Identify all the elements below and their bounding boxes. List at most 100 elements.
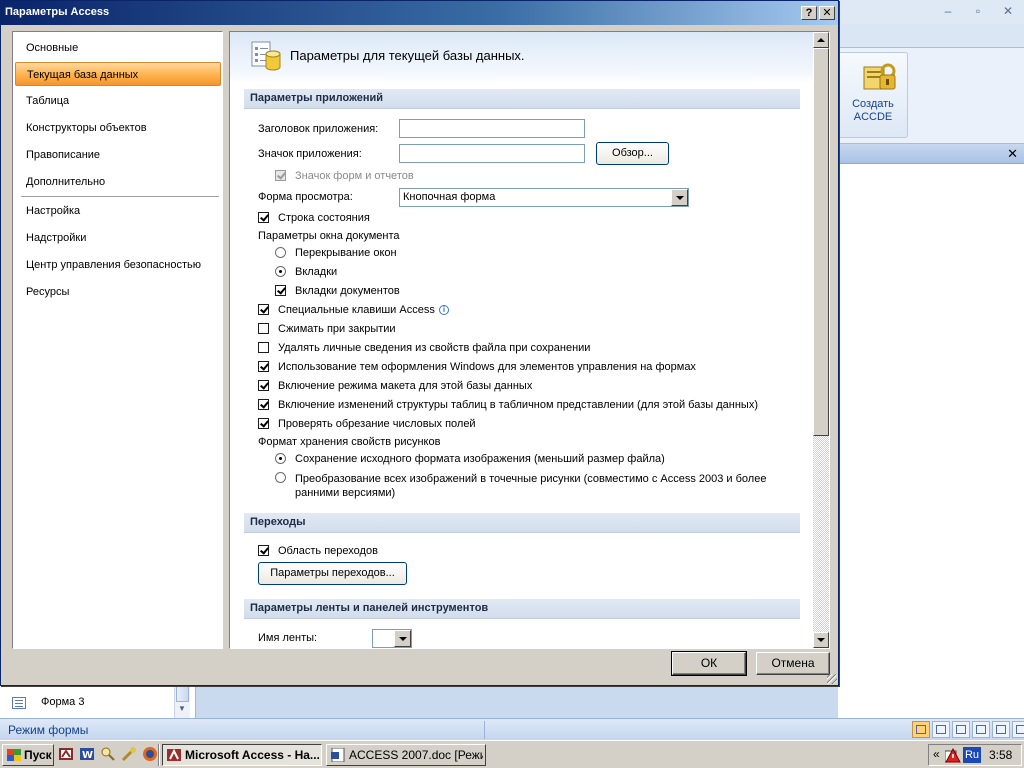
- language-indicator[interactable]: Ru: [963, 747, 981, 763]
- status-bar-checkbox[interactable]: [258, 212, 269, 223]
- special-keys-label: Специальные клавиши Access: [278, 304, 435, 316]
- create-accde-button[interactable]: Создать ACCDE: [838, 52, 908, 138]
- display-form-select[interactable]: Кнопочная форма: [399, 188, 689, 207]
- access-options-dialog: Параметры Access ? ✕ Основные Текущая ба…: [0, 0, 839, 686]
- task-label: Microsoft Access - На...: [185, 748, 319, 762]
- status-bar-label: Строка состояния: [278, 212, 370, 224]
- access-quicklaunch-icon[interactable]: [58, 746, 74, 762]
- close-pane-icon[interactable]: ✕: [1007, 146, 1018, 162]
- form-icon: [12, 697, 26, 709]
- picture-format-label: Формат хранения свойств рисунков: [258, 436, 441, 448]
- scroll-down-button[interactable]: [813, 632, 829, 648]
- category-customize[interactable]: Настройка: [15, 199, 221, 223]
- task-access[interactable]: Microsoft Access - На...: [162, 744, 322, 766]
- dropdown-arrow-icon[interactable]: [671, 189, 688, 206]
- help-button[interactable]: ?: [801, 6, 817, 20]
- panel-header: Параметры для текущей базы данных.: [230, 32, 813, 84]
- close-button[interactable]: ✕: [819, 6, 835, 20]
- windows-logo-icon: [7, 749, 21, 761]
- nav-item-form[interactable]: Форма 3: [4, 695, 174, 711]
- category-proofing[interactable]: Правописание: [15, 143, 221, 167]
- svg-text:W: W: [82, 750, 93, 761]
- nav-scroll-thumb[interactable]: [176, 686, 189, 702]
- app-icon-label: Значок приложения:: [258, 148, 362, 160]
- taskbar: Пуск W Microsoft Access - На... ACCESS 2…: [0, 740, 1024, 768]
- nav-options-button[interactable]: Параметры переходов...: [258, 562, 407, 585]
- design-changes-checkbox[interactable]: [258, 399, 269, 410]
- panel-header-text: Параметры для текущей базы данных.: [290, 48, 525, 63]
- design-view-button[interactable]: [1012, 721, 1024, 738]
- special-keys-checkbox[interactable]: [258, 304, 269, 315]
- layout-view-button[interactable]: [992, 721, 1010, 738]
- datasheet-view-button[interactable]: [932, 721, 950, 738]
- preserve-format-radio[interactable]: [275, 453, 286, 464]
- truncated-fields-checkbox[interactable]: [258, 418, 269, 429]
- dialog-titlebar: Параметры Access ? ✕: [1, 1, 838, 25]
- ribbon-name-select[interactable]: [372, 629, 412, 648]
- form-icon-checkbox[interactable]: [275, 170, 286, 181]
- cancel-button[interactable]: Отмена: [756, 652, 830, 675]
- status-divider: [484, 721, 485, 739]
- status-text: Режим формы: [8, 723, 89, 737]
- word-quicklaunch-icon[interactable]: W: [79, 746, 95, 762]
- tabbed-docs-radio[interactable]: [275, 266, 286, 277]
- tray-expand-icon[interactable]: «: [933, 747, 940, 761]
- category-resources[interactable]: Ресурсы: [15, 280, 221, 304]
- tools-quicklaunch-icon[interactable]: [121, 746, 137, 762]
- vertical-scrollbar[interactable]: [813, 32, 829, 648]
- resize-grip[interactable]: [827, 674, 837, 684]
- pivot-table-view-button[interactable]: [952, 721, 970, 738]
- restore-button[interactable]: ▫: [968, 3, 988, 19]
- settings-panel: Параметры для текущей базы данных. Парам…: [229, 31, 830, 649]
- scroll-up-button[interactable]: [813, 32, 829, 48]
- pivot-chart-view-button[interactable]: [972, 721, 990, 738]
- form-view-button[interactable]: [912, 721, 930, 738]
- form-view-icon: [916, 725, 926, 734]
- category-current-database[interactable]: Текущая база данных: [15, 62, 221, 86]
- main-window-titlebar: – ▫ ✕: [838, 0, 1024, 24]
- minimize-button[interactable]: –: [938, 3, 958, 19]
- app-icon-input[interactable]: [399, 144, 585, 163]
- preserve-format-label: Сохранение исходного формата изображения…: [295, 453, 665, 465]
- start-button[interactable]: Пуск: [2, 744, 54, 766]
- category-object-designers[interactable]: Конструкторы объектов: [15, 116, 221, 140]
- category-addins[interactable]: Надстройки: [15, 226, 221, 250]
- doc-tabs-checkbox[interactable]: [275, 285, 286, 296]
- nav-scrollbar[interactable]: ▼: [174, 686, 190, 718]
- category-divider: [21, 196, 219, 197]
- nav-pane-label: Область переходов: [278, 545, 378, 557]
- task-word-doc[interactable]: ACCESS 2007.doc [Режи...: [326, 744, 486, 766]
- layout-view-checkbox[interactable]: [258, 380, 269, 391]
- firefox-quicklaunch-icon[interactable]: [142, 746, 158, 762]
- dialog-title: Параметры Access: [5, 6, 110, 18]
- ok-button[interactable]: ОК: [671, 651, 747, 676]
- compact-on-close-checkbox[interactable]: [258, 323, 269, 334]
- convert-bitmap-radio[interactable]: [275, 472, 286, 483]
- browse-button[interactable]: Обзор...: [596, 142, 669, 165]
- dropdown-arrow-icon[interactable]: [394, 630, 411, 647]
- windows-themes-checkbox[interactable]: [258, 361, 269, 372]
- search-quicklaunch-icon[interactable]: [100, 746, 116, 762]
- close-app-button[interactable]: ✕: [998, 3, 1018, 19]
- datasheet-view-icon: [936, 725, 946, 734]
- scroll-thumb[interactable]: [813, 48, 829, 436]
- database-options-icon: [251, 41, 281, 71]
- nav-pane-checkbox[interactable]: [258, 545, 269, 556]
- truncated-fields-label: Проверять обрезание числовых полей: [278, 418, 476, 430]
- system-tray: « Ru 3:58: [928, 744, 1022, 766]
- security-alert-icon[interactable]: [945, 748, 961, 763]
- category-general[interactable]: Основные: [15, 36, 221, 60]
- status-bar: Режим формы: [0, 718, 1024, 740]
- category-trust-center[interactable]: Центр управления безопасностью: [15, 253, 221, 277]
- category-datasheet[interactable]: Таблица: [15, 89, 221, 113]
- overlap-windows-radio[interactable]: [275, 247, 286, 258]
- category-advanced[interactable]: Дополнительно: [15, 170, 221, 194]
- app-title-input[interactable]: [399, 119, 585, 138]
- compact-on-close-label: Сжимать при закрытии: [278, 323, 396, 335]
- start-label: Пуск: [24, 748, 52, 762]
- quick-launch: W: [58, 746, 158, 764]
- scroll-down-icon[interactable]: ▼: [178, 704, 186, 713]
- scroll-track[interactable]: [813, 436, 829, 632]
- info-icon[interactable]: i: [439, 305, 449, 315]
- remove-personal-info-checkbox[interactable]: [258, 342, 269, 353]
